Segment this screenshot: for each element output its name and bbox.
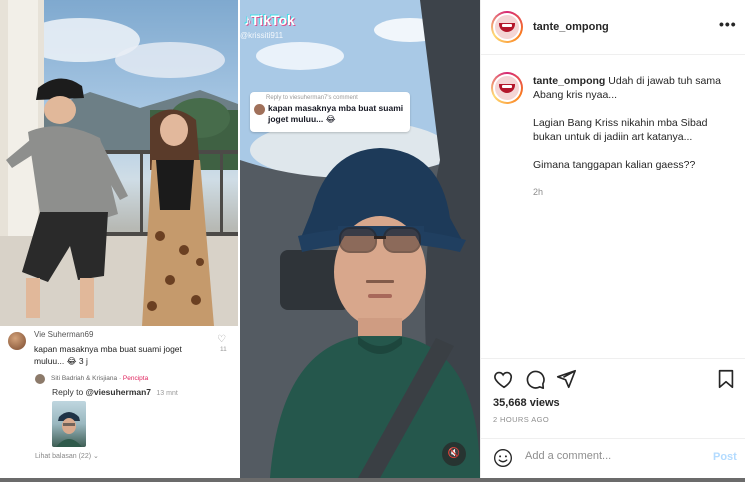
heart-icon[interactable] xyxy=(493,368,515,390)
tiktok-handle: @krissiti911 xyxy=(240,31,284,40)
add-comment-input[interactable] xyxy=(525,450,695,462)
sticker-comment-text: kapan masaknya mba buat suami joget mulu… xyxy=(268,103,404,124)
sticker-avatar xyxy=(254,104,265,115)
caption-username[interactable]: tante_ompong xyxy=(533,75,605,87)
reply-comment-sticker: Reply to viesuherman7's comment kapan ma… xyxy=(250,92,410,132)
car-selfie-illustration xyxy=(240,0,480,478)
reply-to-line: Reply to @viesuherman7 13 mnt xyxy=(52,387,178,397)
reply-author: Siti Badriah & Krisjiana xyxy=(51,375,118,382)
post-side-panel: tante_ompong ••• tante_ompong Udah di ja… xyxy=(480,0,745,478)
more-options-icon[interactable]: ••• xyxy=(719,16,737,32)
reply-to-user: @viesuherman7 xyxy=(85,387,152,397)
chevron-down-icon: ⌄ xyxy=(93,453,99,460)
caption-line-2: Lagian Bang Kriss nikahin mba Sibad buka… xyxy=(533,117,708,143)
tiktok-comment-screenshot: Vie Suherman69 kapan masaknya mba buat s… xyxy=(0,0,238,478)
dance-video-frame xyxy=(0,0,238,326)
action-bar: 35,668 views 2 HOURS AGO xyxy=(481,358,745,438)
caption-timestamp[interactable]: 2h xyxy=(533,187,543,197)
tiktok-note-icon: ♪ xyxy=(244,12,251,28)
avatar[interactable] xyxy=(491,11,523,43)
window-bottom-edge xyxy=(0,478,745,482)
caption-avatar[interactable] xyxy=(491,72,523,104)
creator-reply-row: Siti Badriah & Krisjiana · Pencipta xyxy=(35,373,235,385)
posted-time: 2 HOURS AGO xyxy=(493,415,550,424)
view-count[interactable]: 35,668 views xyxy=(493,397,560,409)
reply-time: 13 mnt xyxy=(156,390,178,397)
caption-line-3: Gimana tanggapan kalian gaess?? xyxy=(533,159,696,171)
tiktok-video-frame: ♪TikTok @krissiti911 Reply to viesuherma… xyxy=(240,0,480,478)
creator-avatar xyxy=(35,374,45,384)
add-comment-bar: Post xyxy=(481,438,745,478)
comment-icon[interactable] xyxy=(524,368,546,390)
commenter-name: Vie Suherman69 xyxy=(34,330,94,339)
view-replies-link: Lihat balasan (22) ⌄ xyxy=(35,453,99,460)
tiktok-logo: ♪TikTok xyxy=(244,12,295,28)
post-comment-button[interactable]: Post xyxy=(713,451,737,463)
caption-area: tante_ompong Udah di jawab tuh sama Aban… xyxy=(481,56,745,356)
creator-badge: Pencipta xyxy=(122,375,149,382)
header-username[interactable]: tante_ompong xyxy=(533,21,609,33)
mute-icon[interactable]: 🔇 xyxy=(442,442,466,466)
dance-scene-illustration xyxy=(0,0,238,326)
post-header: tante_ompong ••• xyxy=(481,0,745,55)
post-media[interactable]: Vie Suherman69 kapan masaknya mba buat s… xyxy=(0,0,480,478)
caption-text: tante_ompong Udah di jawab tuh sama Aban… xyxy=(533,74,738,172)
sticker-header: Reply to viesuherman7's comment xyxy=(266,95,358,101)
reply-to-prefix: Reply to xyxy=(52,387,84,397)
comment-text: kapan masaknya mba buat suami joget mulu… xyxy=(34,344,182,366)
share-icon[interactable] xyxy=(555,368,577,390)
heart-outline-icon: ♡ xyxy=(217,334,226,345)
reply-video-thumbnail xyxy=(52,401,86,447)
reply-thumbnail-illustration xyxy=(56,412,82,447)
bookmark-icon[interactable] xyxy=(715,368,737,390)
emoji-icon[interactable] xyxy=(493,448,513,468)
commenter-avatar xyxy=(8,332,26,350)
comment-like-count: 11 xyxy=(220,346,227,353)
